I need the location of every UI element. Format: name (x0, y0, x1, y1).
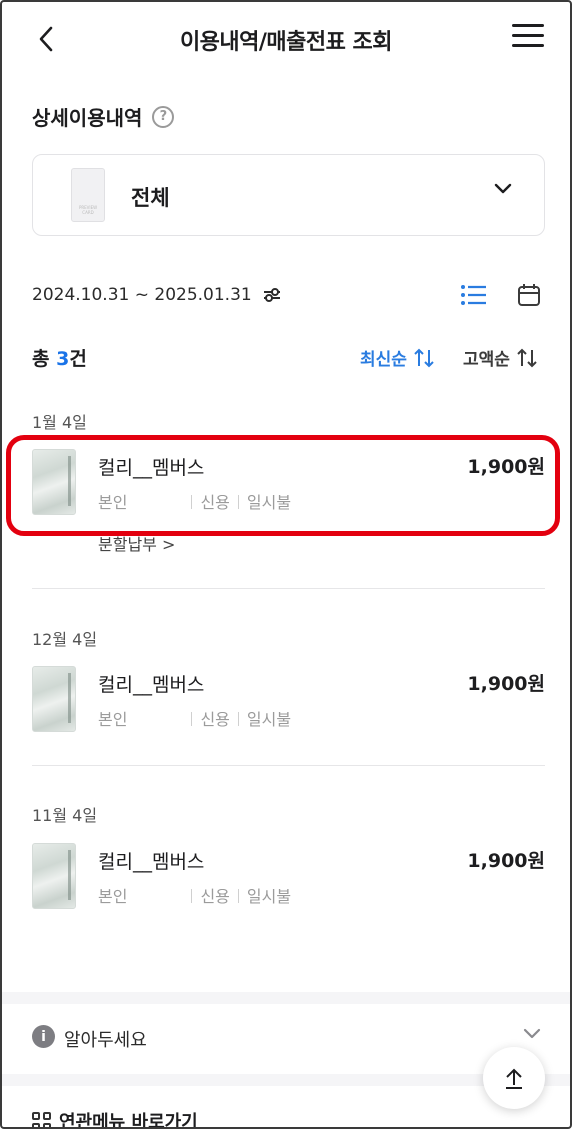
hamburger-icon-line (512, 24, 544, 27)
list-icon (461, 285, 486, 305)
total-count-number: 3 (56, 348, 70, 370)
card-thumbnail (32, 449, 76, 515)
hamburger-icon-line (512, 44, 544, 47)
app-screen: 이용내역/매출전표 조회 상세이용내역 ? PREVIEW CARD 전체 20… (0, 0, 572, 1129)
hamburger-icon-line (512, 34, 544, 37)
menu-button[interactable] (512, 24, 544, 52)
date-range-filter[interactable]: 2024.10.31 ~ 2025.01.31 (32, 285, 282, 305)
page-title: 이용내역/매출전표 조회 (179, 30, 393, 55)
transaction-meta: 본인 신용 일시불 (98, 706, 291, 730)
installment-type: 일시불 (246, 887, 292, 906)
scroll-top-button[interactable] (483, 1047, 545, 1109)
related-menu-link[interactable]: 연관메뉴 바로가기 (32, 1108, 198, 1129)
transaction-row[interactable]: 컬리__멤버스 1,900원 본인 신용 일시불 (32, 843, 547, 915)
merchant-name: 컬리__멤버스 (98, 457, 205, 479)
sliders-icon (263, 288, 280, 302)
installment-type: 일시불 (246, 493, 292, 512)
installment-type: 일시불 (246, 710, 292, 729)
card-selector-value: 전체 (131, 186, 170, 210)
total-suffix: 건 (69, 348, 87, 370)
card-user: 본인 (98, 493, 128, 512)
group-date: 11월 4일 (32, 806, 98, 825)
list-view-button[interactable] (460, 282, 488, 308)
info-icon: i (32, 1025, 55, 1048)
section-title: 상세이용내역 ? (32, 102, 175, 131)
payment-type: 신용 (200, 887, 230, 906)
card-thumbnail (32, 666, 76, 732)
transaction-meta: 본인 신용 일시불 (98, 489, 291, 513)
sort-latest-button[interactable]: 최신순 (360, 345, 435, 370)
card-user: 본인 (98, 887, 128, 906)
split-payment-link[interactable]: 분할납부 > (98, 531, 175, 555)
transaction-amount: 1,900원 (467, 850, 545, 872)
divider (32, 588, 545, 589)
merchant-name: 컬리__멤버스 (98, 851, 205, 873)
group-date: 12월 4일 (32, 630, 98, 649)
section-title-text: 상세이용내역 (32, 106, 143, 130)
card-user: 본인 (98, 710, 128, 729)
total-count: 총 3건 (32, 344, 87, 371)
card-thumbnail-label: PREVIEW CARD (78, 205, 98, 215)
related-menu-label: 연관메뉴 바로가기 (59, 1112, 198, 1129)
calendar-view-button[interactable] (516, 282, 542, 308)
transaction-meta: 본인 신용 일시불 (98, 883, 291, 907)
top-bar: 이용내역/매출전표 조회 (2, 2, 570, 76)
card-thumbnail: PREVIEW CARD (71, 168, 105, 222)
transaction-amount: 1,900원 (467, 673, 545, 695)
arrow-up-icon (506, 1068, 522, 1089)
sort-arrows-icon (414, 348, 434, 368)
sort-amount-button[interactable]: 고액순 (463, 345, 538, 370)
date-range-text: 2024.10.31 ~ 2025.01.31 (32, 285, 252, 305)
section-gap (2, 992, 570, 1004)
chevron-down-icon (494, 183, 512, 194)
grid-icon (32, 1111, 51, 1127)
transaction-row[interactable]: 컬리__멤버스 1,900원 본인 신용 일시불 (32, 666, 547, 738)
calendar-icon (518, 284, 540, 306)
sort-arrows-icon (517, 348, 537, 368)
merchant-name: 컬리__멤버스 (98, 674, 205, 696)
sort-latest-label: 최신순 (360, 350, 407, 370)
notice-toggle[interactable]: i 알아두세요 (32, 1022, 545, 1056)
question-circle-icon[interactable]: ? (152, 105, 175, 128)
transaction-row[interactable]: 컬리__멤버스 1,900원 본인 신용 일시불 (32, 449, 547, 521)
card-selector[interactable]: PREVIEW CARD 전체 (32, 154, 545, 236)
payment-type: 신용 (200, 710, 230, 729)
card-thumbnail (32, 843, 76, 909)
chevron-down-icon (523, 1028, 541, 1039)
transaction-amount: 1,900원 (467, 456, 545, 478)
sort-amount-label: 고액순 (463, 350, 510, 370)
divider (32, 765, 545, 766)
group-date: 1월 4일 (32, 413, 87, 432)
notice-label: 알아두세요 (64, 1030, 147, 1051)
total-prefix: 총 (32, 348, 57, 370)
payment-type: 신용 (200, 493, 230, 512)
